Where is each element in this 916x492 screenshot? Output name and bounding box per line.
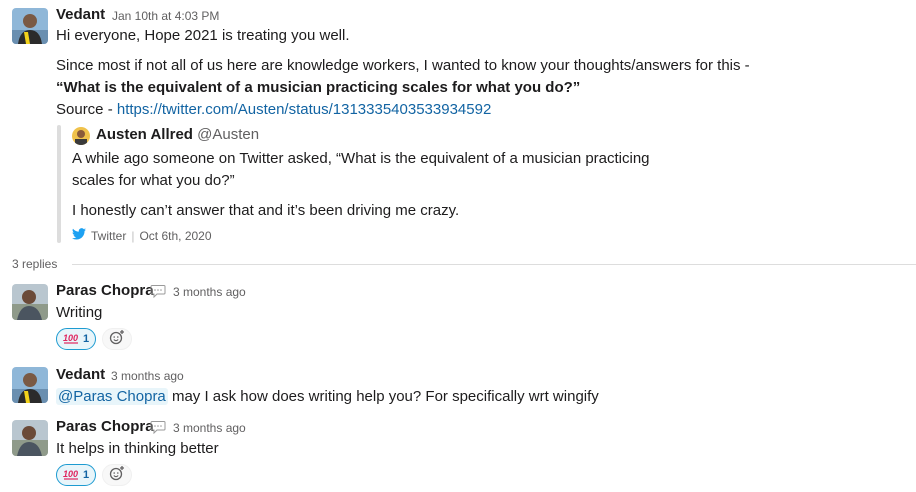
reply-timestamp[interactable]: 3 months ago (173, 285, 246, 299)
add-reaction-button[interactable] (102, 464, 132, 486)
hundred-emoji-icon: 100 (63, 468, 79, 483)
hundred-emoji-icon: 100 (63, 332, 79, 347)
reply-author[interactable]: Vedant (56, 366, 105, 383)
twitter-bird-icon (72, 227, 86, 245)
source-label: Source - (56, 101, 117, 118)
message-text-bold: “What is the equivalent of a musician pr… (56, 79, 581, 96)
reply-author[interactable]: Paras Chopra (56, 418, 154, 435)
quote-text-line: scales for what you do?” (72, 172, 235, 189)
quote-author[interactable]: Austen Allred (96, 126, 193, 143)
reply-text: Writing (56, 304, 103, 321)
avatar-vedant[interactable] (12, 367, 48, 403)
quote-author-avatar (72, 127, 90, 145)
avatar-paras-chopra[interactable] (12, 420, 48, 456)
replies-divider (72, 264, 916, 265)
reply-text: It helps in thinking better (56, 440, 219, 457)
message-timestamp[interactable]: Jan 10th at 4:03 PM (112, 9, 219, 23)
replies-count: 3 replies (12, 257, 58, 271)
add-reaction-icon (109, 329, 125, 350)
reply-text-line: @Paras Chopra may I ask how does writing… (56, 386, 599, 408)
add-reaction-icon (109, 465, 125, 486)
message-source-line: Source - https://twitter.com/Austen/stat… (56, 99, 491, 121)
message-text-line: Since most if not all of us here are kno… (56, 57, 750, 74)
avatar-paras-chopra[interactable] (12, 284, 48, 320)
avatar-vedant[interactable] (12, 8, 48, 44)
speech-bubble-icon[interactable] (150, 284, 166, 303)
reaction-100[interactable]: 100 1 (56, 464, 96, 486)
source-link[interactable]: https://twitter.com/Austen/status/131333… (117, 101, 491, 118)
reply-text: may I ask how does writing help you? For… (167, 388, 599, 405)
reply-timestamp[interactable]: 3 months ago (111, 369, 184, 383)
quote-platform: Twitter (91, 229, 127, 243)
quote-handle[interactable]: @Austen (197, 126, 259, 143)
quote-bar (57, 125, 61, 243)
quote-header: Austen Allred @Austen (96, 126, 259, 143)
user-mention[interactable]: @Paras Chopra (56, 388, 168, 405)
add-reaction-button[interactable] (102, 328, 132, 350)
reply-timestamp[interactable]: 3 months ago (173, 421, 246, 435)
svg-text:100: 100 (63, 469, 78, 479)
footer-separator: | (131, 229, 135, 243)
speech-bubble-icon[interactable] (150, 420, 166, 439)
quote-text-line: I honestly can’t answer that and it’s be… (72, 202, 460, 219)
reaction-count: 1 (82, 469, 90, 481)
quote-date[interactable]: Oct 6th, 2020 (139, 229, 211, 243)
message-text-line: Hi everyone, Hope 2021 is treating you w… (56, 27, 350, 44)
svg-text:100: 100 (63, 333, 78, 343)
reaction-count: 1 (82, 333, 90, 345)
reaction-100[interactable]: 100 1 (56, 328, 96, 350)
reply-author[interactable]: Paras Chopra (56, 282, 154, 299)
quote-footer: Twitter | Oct 6th, 2020 (72, 227, 212, 245)
message-author[interactable]: Vedant (56, 6, 105, 23)
quote-text-line: A while ago someone on Twitter asked, “W… (72, 150, 650, 167)
